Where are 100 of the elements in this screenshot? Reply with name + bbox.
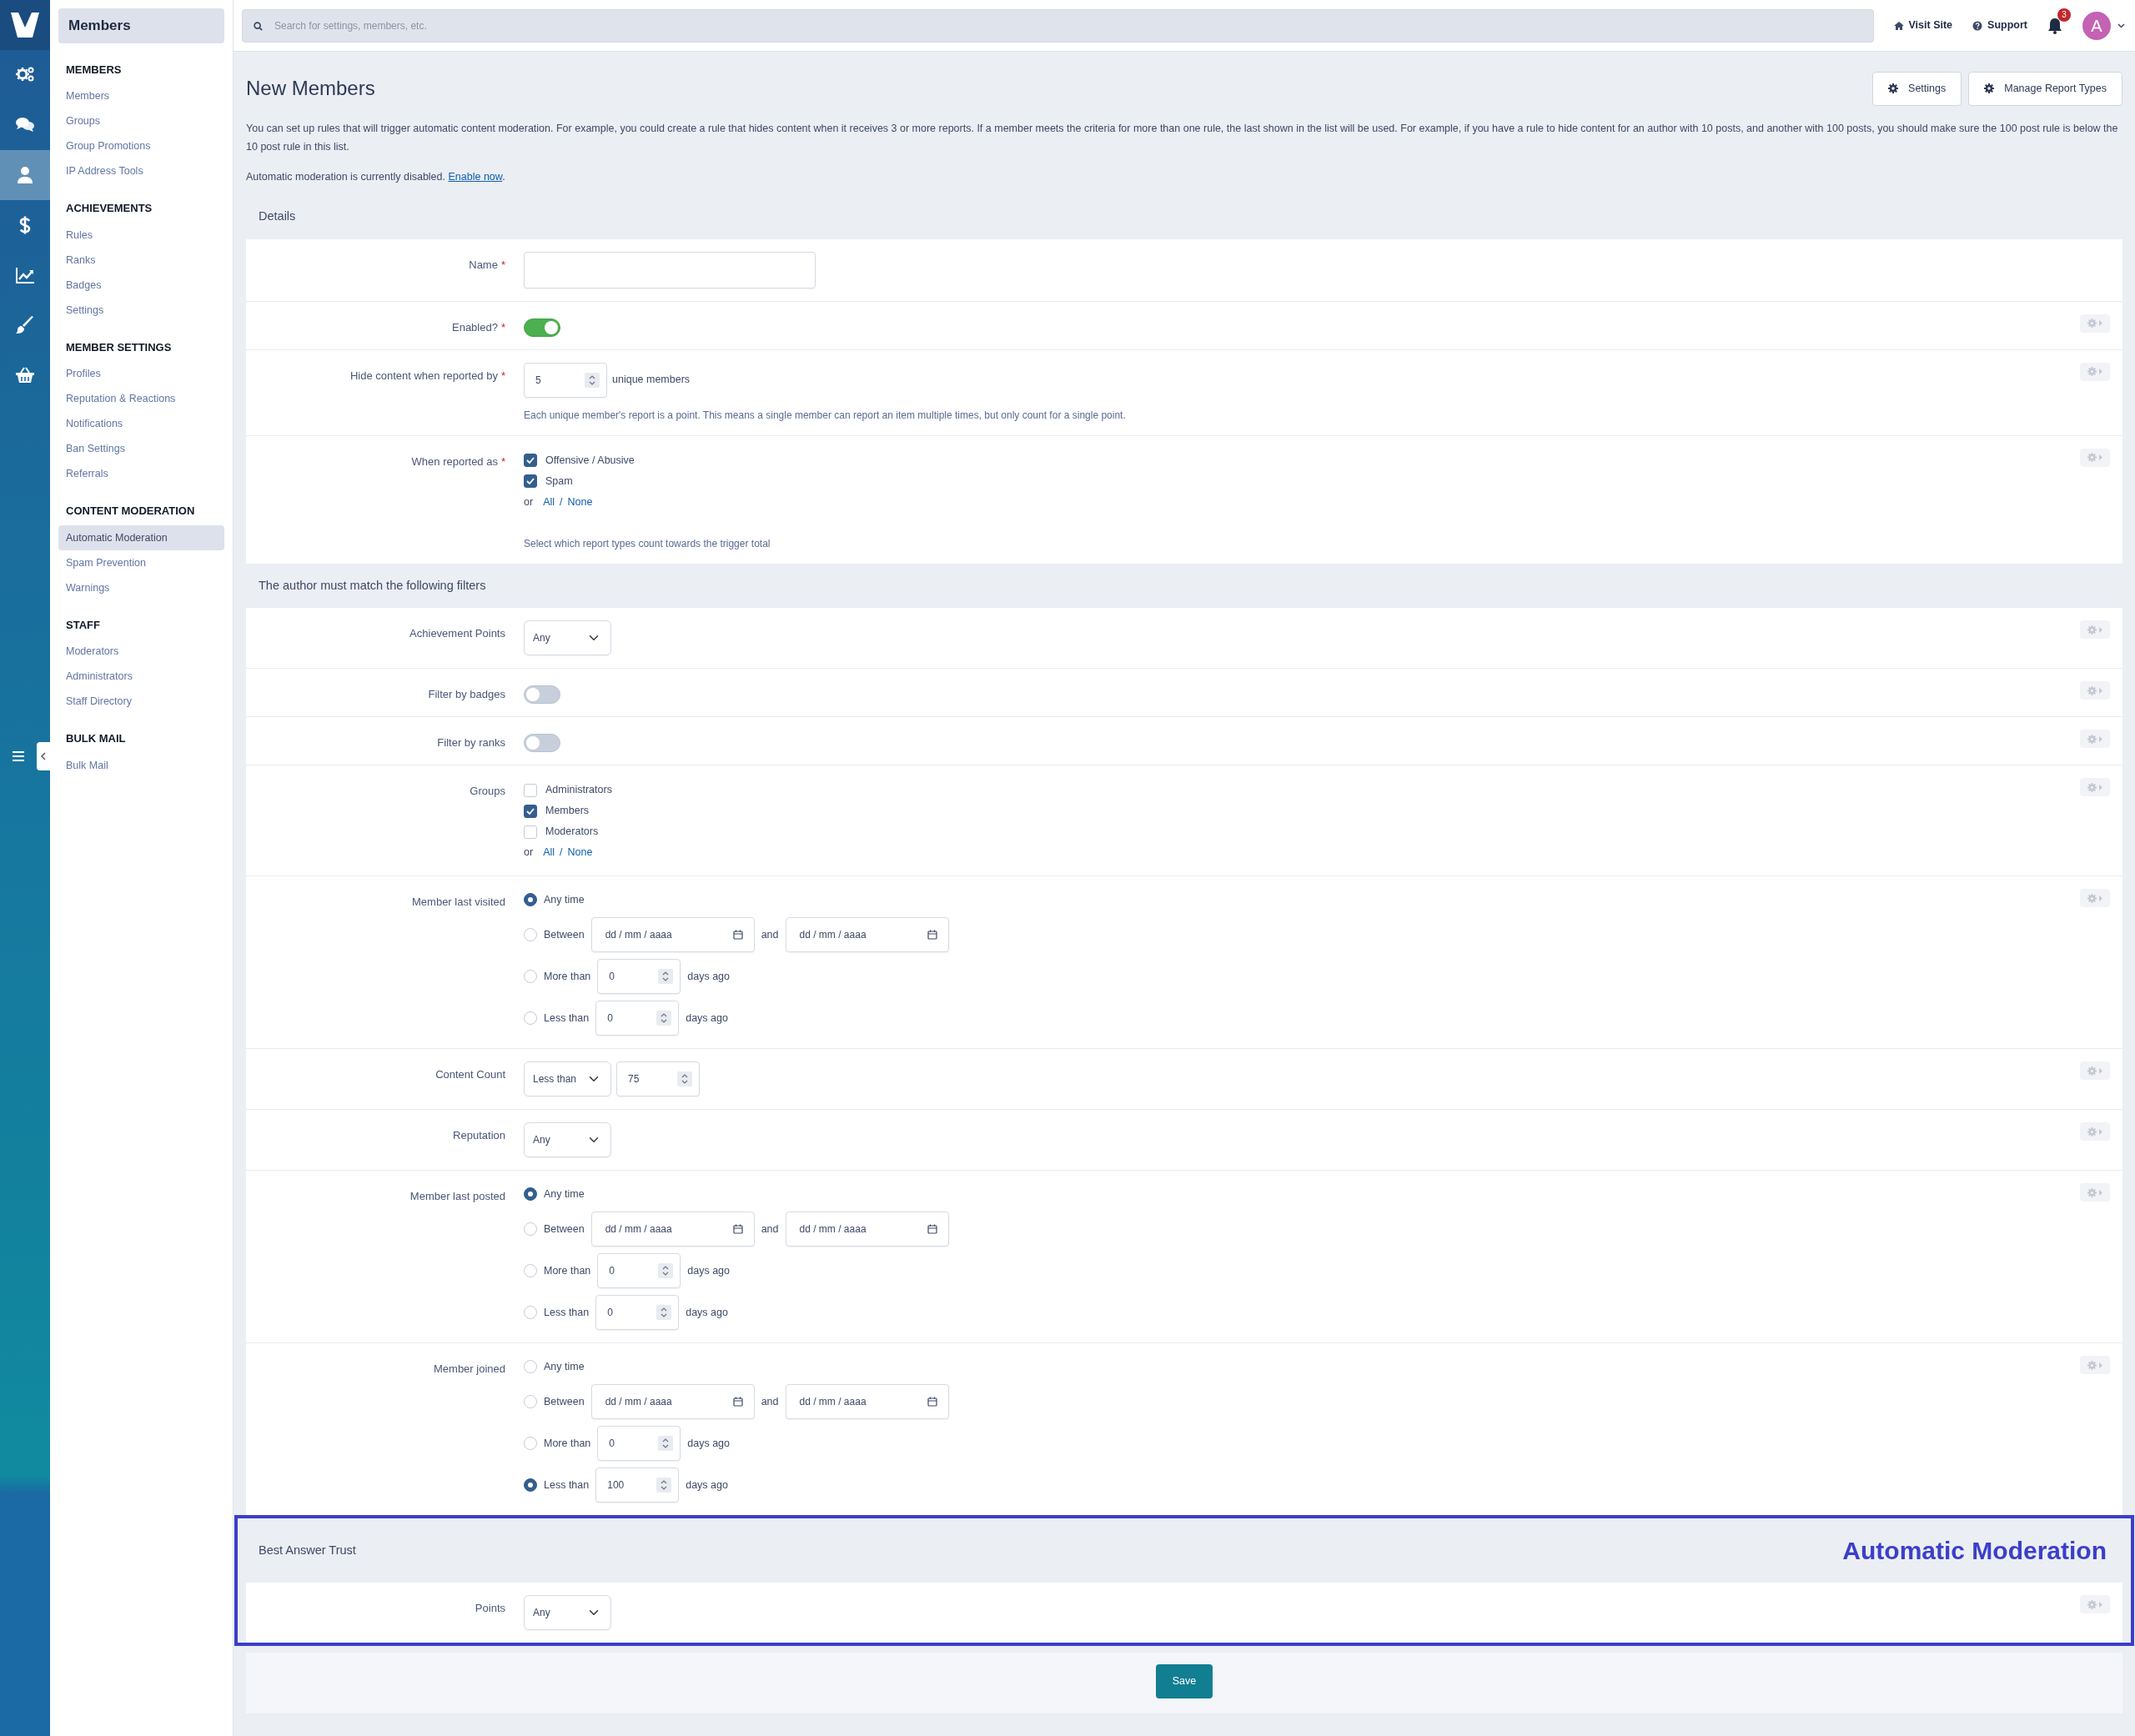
sidebar-link[interactable]: Notifications bbox=[58, 411, 224, 436]
search-field[interactable]: Search for settings, members, etc. bbox=[242, 8, 1874, 43]
calendar-icon[interactable] bbox=[927, 1224, 937, 1235]
calendar-icon[interactable] bbox=[732, 1224, 743, 1235]
annotation-label: Automatic Moderation bbox=[1842, 1536, 2107, 1567]
toggle-switch[interactable] bbox=[524, 734, 560, 753]
spinner-arrows-icon[interactable] bbox=[589, 374, 595, 385]
sidebar-link[interactable]: Moderators bbox=[58, 639, 224, 664]
name-field[interactable] bbox=[524, 251, 816, 288]
checkbox[interactable] bbox=[524, 474, 537, 488]
radio-button[interactable] bbox=[524, 1187, 537, 1202]
date-field[interactable]: dd / mm / aaaa bbox=[590, 1212, 755, 1247]
sidebar-heading: ACHIEVEMENTS bbox=[65, 201, 153, 216]
option-label: Between bbox=[544, 1222, 585, 1237]
option-label: Between bbox=[544, 1394, 585, 1409]
number-field[interactable]: 0 bbox=[595, 1295, 680, 1331]
field-label: Member last visited bbox=[411, 895, 506, 911]
select-field[interactable]: Any bbox=[524, 1122, 611, 1158]
number-field[interactable]: 75 bbox=[616, 1061, 700, 1097]
collapse-button[interactable] bbox=[37, 742, 50, 770]
date-field[interactable]: dd / mm / aaaa bbox=[785, 1212, 949, 1247]
caret-right-icon bbox=[2099, 784, 2102, 790]
sidebar-link[interactable]: IP Address Tools bbox=[58, 158, 224, 183]
sidebar-link[interactable]: Groups bbox=[58, 108, 224, 133]
sidebar-link[interactable]: Referrals bbox=[58, 461, 224, 486]
sidebar-link[interactable]: Profiles bbox=[58, 361, 224, 386]
spinner-arrows-icon[interactable] bbox=[662, 971, 670, 982]
checkbox[interactable] bbox=[524, 454, 537, 467]
number-field[interactable]: 100 bbox=[595, 1468, 680, 1503]
number-field[interactable]: 0 bbox=[597, 959, 681, 995]
sidebar-link[interactable]: Bulk Mail bbox=[58, 752, 224, 778]
header-link[interactable]: Support bbox=[1972, 18, 2027, 33]
header-link[interactable]: Visit Site bbox=[1893, 18, 1953, 33]
field-label: When reported as * bbox=[410, 454, 506, 469]
sidebar-heading: MEMBERS bbox=[65, 62, 123, 78]
option-label: Offensive / Abusive bbox=[545, 453, 635, 468]
sidebar-link[interactable]: Settings bbox=[58, 297, 224, 323]
spinner-arrows-icon[interactable] bbox=[661, 1013, 668, 1024]
sidebar-link[interactable]: Ranks bbox=[58, 247, 224, 273]
header-button[interactable]: Manage Report Types bbox=[1968, 72, 2122, 106]
select-all-link[interactable]: All bbox=[543, 845, 555, 861]
sidebar-link[interactable]: Automatic Moderation bbox=[58, 524, 224, 550]
radio-button[interactable] bbox=[524, 1478, 537, 1493]
user-avatar[interactable]: A bbox=[2082, 11, 2111, 40]
number-field[interactable]: 0 bbox=[597, 1426, 681, 1462]
radio-button[interactable] bbox=[524, 893, 537, 907]
calendar-icon[interactable] bbox=[732, 930, 743, 941]
caret-down-icon[interactable] bbox=[2117, 23, 2125, 28]
sidebar-link[interactable]: Staff Directory bbox=[58, 689, 224, 714]
date-field[interactable]: dd / mm / aaaa bbox=[590, 1384, 755, 1420]
spinner-arrows-icon[interactable] bbox=[662, 1266, 670, 1277]
sidebar-link[interactable]: Members bbox=[58, 83, 224, 108]
toggle-switch[interactable] bbox=[524, 318, 560, 337]
calendar-icon[interactable] bbox=[927, 930, 937, 941]
date-field[interactable]: dd / mm / aaaa bbox=[590, 917, 755, 953]
sidebar-link[interactable]: Rules bbox=[58, 222, 224, 248]
sidebar-heading: CONTENT MODERATION bbox=[65, 504, 196, 519]
sidebar-heading: BULK MAIL bbox=[65, 731, 127, 746]
spinner-arrows-icon[interactable] bbox=[661, 1480, 668, 1491]
gear-icon bbox=[2087, 893, 2097, 903]
date-field[interactable]: dd / mm / aaaa bbox=[785, 917, 949, 953]
sidebar-link[interactable]: Group Promotions bbox=[58, 133, 224, 158]
spinner-arrows-icon[interactable] bbox=[662, 1438, 670, 1449]
save-button[interactable]: Save bbox=[1155, 1664, 1213, 1698]
option-label: Less than bbox=[544, 1478, 590, 1493]
select-all-link[interactable]: All bbox=[543, 494, 555, 510]
checkmark-icon bbox=[526, 457, 535, 464]
intro-text: You can set up rules that will trigger automatic content moderation. For example, you could create a rule that hides content when it receives 3 or more reports. If a member meets the criteria for more than one rule, the last shown in the list will be used. For example, if you have a rule to hide content for an author with 10 posts, and another with 100 posts, you should make sure the 100 post rule is below the 10 post rule in this list. bbox=[246, 121, 2119, 154]
calendar-icon[interactable] bbox=[927, 1397, 937, 1407]
select-none-link[interactable]: None bbox=[567, 845, 593, 861]
calendar-icon[interactable] bbox=[732, 1397, 743, 1407]
option-label: Less than bbox=[544, 1011, 590, 1026]
help-text: Select which report types count towards the trigger total bbox=[524, 536, 771, 551]
select-field[interactable]: Any bbox=[524, 1595, 611, 1631]
sidebar-link[interactable]: Spam Prevention bbox=[58, 549, 224, 575]
toggle-switch[interactable] bbox=[524, 685, 560, 705]
nav-rail-item[interactable] bbox=[0, 150, 50, 200]
gear-icon bbox=[2087, 1599, 2097, 1609]
sidebar-link[interactable]: Administrators bbox=[58, 664, 224, 689]
section-title: The author must match the following filters bbox=[259, 577, 486, 594]
select-field[interactable]: Less than bbox=[524, 1061, 611, 1097]
section-title: Best Answer Trust bbox=[259, 1542, 356, 1558]
spinner-arrows-icon[interactable] bbox=[681, 1074, 688, 1085]
checkbox[interactable] bbox=[524, 804, 537, 818]
number-field[interactable]: 0 bbox=[595, 1001, 680, 1036]
spinner-arrows-icon[interactable] bbox=[661, 1307, 668, 1318]
number-field[interactable]: 0 bbox=[597, 1253, 681, 1289]
select-none-link[interactable]: None bbox=[567, 494, 593, 510]
home-icon bbox=[1893, 20, 1904, 31]
sidebar-link[interactable]: Badges bbox=[58, 272, 224, 298]
caret-right-icon bbox=[2099, 320, 2102, 326]
notifications-button[interactable] bbox=[2047, 17, 2062, 34]
sidebar-link[interactable]: Warnings bbox=[58, 574, 224, 600]
option-label: More than bbox=[544, 969, 591, 984]
header-button[interactable]: Settings bbox=[1872, 72, 1962, 106]
select-field[interactable]: Any bbox=[524, 620, 611, 656]
number-field[interactable]: 5 bbox=[524, 362, 607, 398]
date-field[interactable]: dd / mm / aaaa bbox=[785, 1384, 949, 1420]
sidebar-link[interactable]: Reputation & Reactions bbox=[58, 386, 224, 411]
sidebar-link[interactable]: Ban Settings bbox=[58, 436, 224, 461]
